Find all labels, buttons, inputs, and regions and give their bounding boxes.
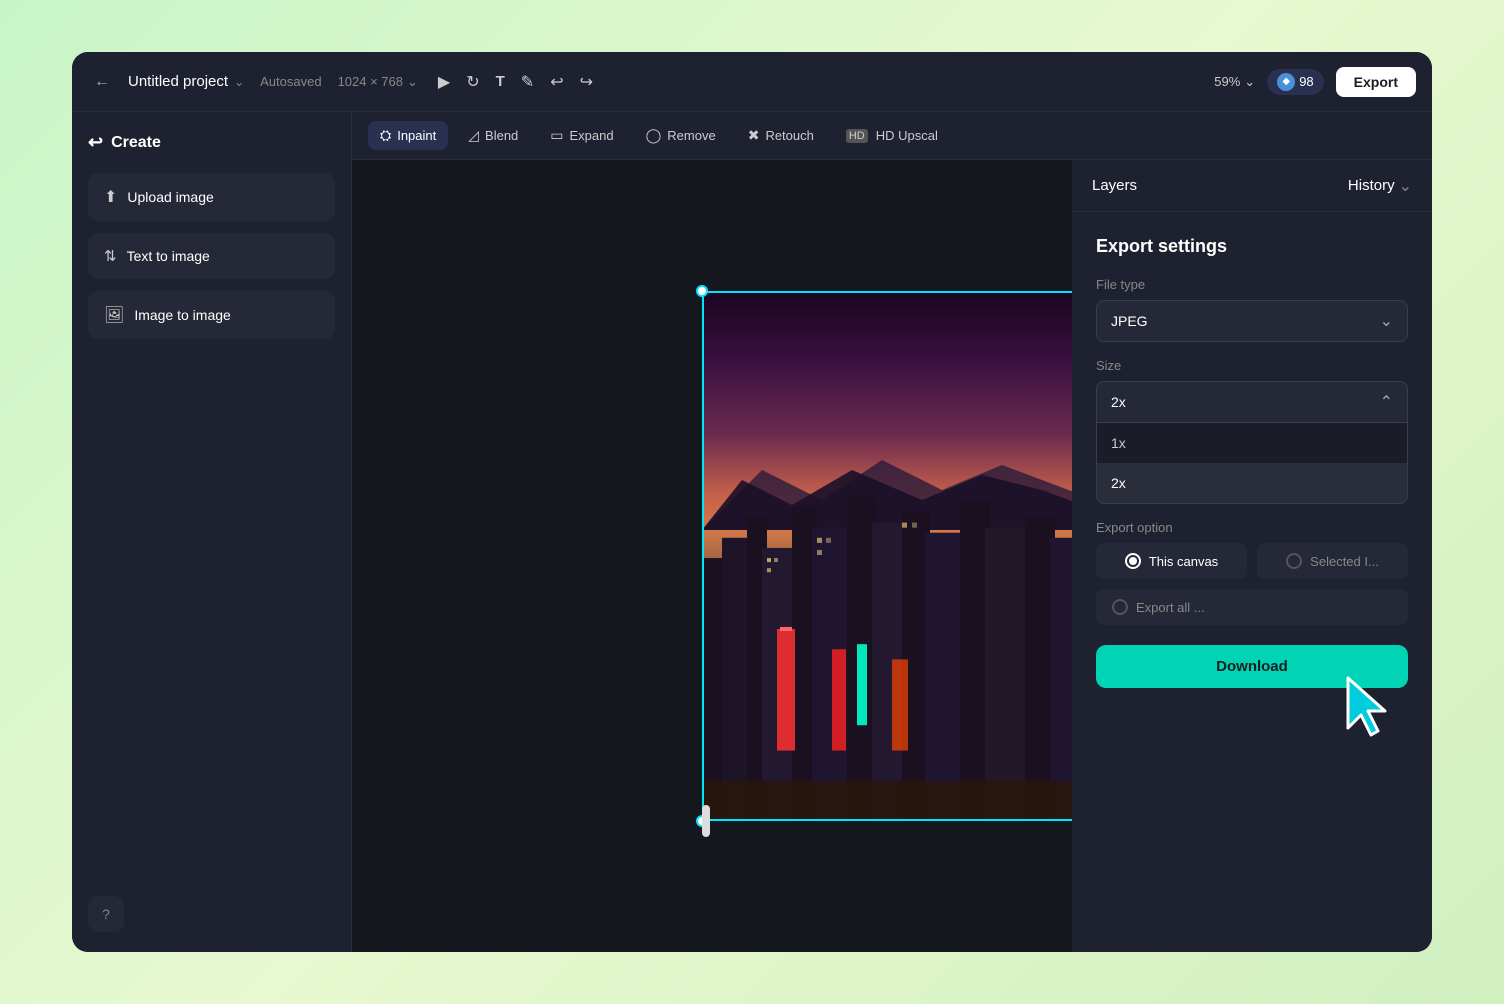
remove-icon: ◯ [646, 127, 662, 144]
hd-label: HD [846, 129, 868, 143]
header-tools: ▶ ↻ T ✎ ↩ ↪ [438, 72, 593, 92]
sidebar-header: ↩ Create [88, 132, 335, 153]
zoom-chevron-icon: ⌄ [1244, 74, 1255, 90]
select-tool-icon[interactable]: ▶ [438, 72, 450, 92]
export-button[interactable]: Export [1336, 67, 1416, 97]
image-to-image-label: Image to image [134, 307, 231, 323]
size-select-open: 2x ⌃ 1x 2x [1096, 381, 1408, 504]
undo-icon[interactable]: ↩ [550, 72, 563, 92]
selected-radio [1286, 553, 1302, 569]
help-icon: ? [102, 906, 110, 922]
text-tool-icon[interactable]: T [496, 73, 505, 90]
size-select-header[interactable]: 2x ⌃ [1097, 382, 1407, 422]
expand-label: Expand [570, 128, 614, 143]
credits-label: 98 [1299, 74, 1313, 89]
image-to-image-icon: 🖼 [104, 305, 124, 325]
blend-tool-button[interactable]: ◿ Blend [456, 121, 530, 150]
upload-icon: ⬆ [104, 187, 117, 207]
inpaint-icon: ⛭ [380, 127, 391, 144]
size-1x-label: 1x [1111, 435, 1126, 451]
buildings-svg [702, 477, 1082, 822]
upload-image-label: Upload image [127, 189, 213, 205]
size-2x-label: 2x [1111, 475, 1126, 491]
remove-label: Remove [667, 128, 715, 143]
project-name-label: Untitled project [128, 73, 228, 90]
main-content: ↩ Create ⬆ Upload image ⇅ Text to image … [72, 112, 1432, 952]
panel-header: Layers History ⌄ [1072, 160, 1432, 212]
upload-image-button[interactable]: ⬆ Upload image [88, 173, 335, 221]
history-tab-label: History [1348, 177, 1395, 194]
expand-tool-button[interactable]: ▭ Expand [538, 121, 625, 150]
selected-label: Selected I... [1310, 554, 1379, 569]
upscal-label: HD Upscal [876, 128, 938, 143]
pen-tool-icon[interactable]: ✎ [521, 72, 534, 92]
file-type-select[interactable]: JPEG ⌄ [1096, 300, 1408, 342]
size-label: Size [1096, 358, 1408, 373]
toolbar: ⛭ Inpaint ◿ Blend ▭ Expand ◯ Remove ✖ [352, 112, 1432, 160]
retouch-label: Retouch [765, 128, 813, 143]
canvas-area: Layers History ⌄ Export settings File ty… [352, 160, 1432, 952]
blend-label: Blend [485, 128, 518, 143]
header: ← Untitled project ⌄ Autosaved 1024 × 76… [72, 52, 1432, 112]
this-canvas-label: This canvas [1149, 554, 1218, 569]
text-to-image-button[interactable]: ⇅ Text to image [88, 233, 335, 279]
sidebar-create-label: Create [111, 134, 161, 152]
inpaint-label: Inpaint [397, 128, 436, 143]
export-settings-overlay: Layers History ⌄ Export settings File ty… [1072, 160, 1432, 952]
selected-option[interactable]: Selected I... [1257, 543, 1408, 579]
history-tab[interactable]: History ⌄ [1348, 176, 1412, 196]
this-canvas-option[interactable]: This canvas [1096, 543, 1247, 579]
export-option-label: Export option [1096, 520, 1408, 535]
cursor-arrow-icon [1343, 673, 1398, 738]
download-row: Download [1096, 645, 1408, 688]
file-type-label: File type [1096, 277, 1408, 292]
sidebar-back-icon: ↩ [88, 132, 103, 153]
autosaved-label: Autosaved [260, 74, 321, 89]
upscal-tool-button[interactable]: HD HD Upscal [834, 122, 950, 149]
file-type-chevron-icon: ⌄ [1380, 311, 1393, 331]
canvas-size-button[interactable]: 1024 × 768 ⌄ [338, 74, 418, 90]
export-options-row: This canvas Selected I... [1096, 543, 1408, 579]
project-chevron-icon: ⌄ [234, 75, 244, 89]
export-settings-panel: Export settings File type JPEG ⌄ Size [1072, 212, 1432, 952]
this-canvas-radio [1125, 553, 1141, 569]
expand-icon: ▭ [550, 127, 563, 144]
export-all-radio [1112, 599, 1128, 615]
size-option-2x[interactable]: 2x [1097, 463, 1407, 503]
retouch-icon: ✖ [748, 127, 760, 144]
remove-tool-button[interactable]: ◯ Remove [634, 121, 728, 150]
file-type-value: JPEG [1111, 313, 1148, 329]
size-value: 2x [1111, 394, 1126, 410]
export-all-option[interactable]: Export all ... [1096, 589, 1408, 625]
inpaint-tool-button[interactable]: ⛭ Inpaint [368, 121, 448, 150]
credits-icon: ◆ [1277, 73, 1295, 91]
retouch-tool-button[interactable]: ✖ Retouch [736, 121, 826, 150]
back-button[interactable]: ← [88, 68, 116, 96]
sidebar: ↩ Create ⬆ Upload image ⇅ Text to image … [72, 112, 352, 952]
size-chevron-up-icon: ⌃ [1380, 392, 1393, 412]
text-to-image-label: Text to image [127, 248, 210, 264]
help-button[interactable]: ? [88, 896, 124, 932]
project-name-button[interactable]: Untitled project ⌄ [128, 73, 244, 90]
image-to-image-button[interactable]: 🖼 Image to image [88, 291, 335, 339]
canvas-container[interactable] [702, 291, 1082, 821]
layers-tab[interactable]: Layers [1092, 177, 1137, 194]
history-chevron-icon: ⌄ [1399, 176, 1412, 196]
export-settings-title: Export settings [1096, 236, 1408, 257]
redo-icon[interactable]: ↪ [580, 72, 593, 92]
resize-handle-tl[interactable] [696, 285, 708, 297]
export-all-label: Export all ... [1136, 600, 1205, 615]
zoom-label: 59% [1214, 74, 1240, 89]
blend-icon: ◿ [468, 127, 479, 144]
size-dropdown: 1x 2x [1097, 422, 1407, 503]
canvas-size-label: 1024 × 768 [338, 74, 403, 89]
zoom-control[interactable]: 59% ⌄ [1214, 74, 1255, 90]
canvas-image [702, 291, 1082, 821]
canvas-size-chevron-icon: ⌄ [407, 74, 418, 90]
size-option-1x[interactable]: 1x [1097, 423, 1407, 463]
text-to-image-icon: ⇅ [104, 247, 117, 265]
rotate-tool-icon[interactable]: ↻ [466, 72, 479, 92]
credits-badge: ◆ 98 [1267, 69, 1323, 95]
resize-handle-ml[interactable] [702, 805, 710, 837]
